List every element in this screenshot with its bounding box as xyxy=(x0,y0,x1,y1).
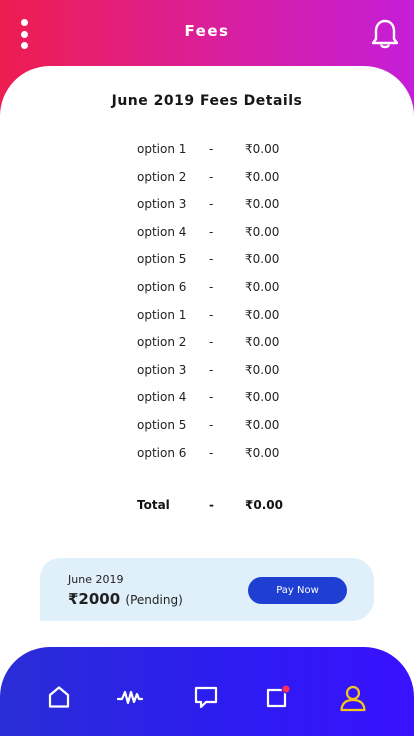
fee-row: option 4 - ₹0.00 xyxy=(0,387,414,415)
fee-amount: ₹0.00 xyxy=(245,252,280,267)
payment-month: June 2019 xyxy=(68,573,124,586)
fee-row: option 3 - ₹0.00 xyxy=(0,360,414,388)
total-label: Total xyxy=(137,498,170,512)
fee-list: option 1 - ₹0.00 option 2 - ₹0.00 option 3 - ₹… xyxy=(0,139,414,470)
fee-separator: - xyxy=(209,169,214,184)
fee-separator: - xyxy=(209,307,214,322)
fee-label: option 6 xyxy=(137,279,187,294)
bottom-nav xyxy=(0,647,414,736)
fee-separator: - xyxy=(209,252,214,267)
message-icon[interactable] xyxy=(193,684,219,710)
page-title: Fees xyxy=(184,22,230,40)
fee-amount: ₹0.00 xyxy=(245,142,280,156)
total-amount: ₹0.00 xyxy=(245,498,283,512)
fee-label: option 5 xyxy=(137,252,187,267)
fee-separator: - xyxy=(209,279,214,294)
fee-amount: ₹0.00 xyxy=(245,307,280,322)
fees-heading: June 2019 Fees Details xyxy=(111,93,303,109)
fee-label: option 2 xyxy=(137,169,187,184)
total-row: Total - ₹0.00 xyxy=(0,498,414,518)
fee-separator: - xyxy=(209,197,214,212)
pay-now-button[interactable]: Pay Now xyxy=(248,577,347,604)
fee-amount: ₹0.00 xyxy=(245,417,280,432)
fee-amount: ₹0.00 xyxy=(245,335,280,350)
fee-row: option 1 - ₹0.00 xyxy=(0,305,414,333)
fee-row: option 4 - ₹0.00 xyxy=(0,222,414,250)
fee-separator: - xyxy=(209,142,214,156)
fee-amount: ₹0.00 xyxy=(245,197,280,212)
bell-icon[interactable] xyxy=(370,18,400,50)
fee-separator: - xyxy=(209,417,214,432)
fee-separator: - xyxy=(209,445,214,460)
fee-separator: - xyxy=(209,362,214,377)
fee-amount: ₹0.00 xyxy=(245,390,280,405)
fee-label: option 3 xyxy=(137,362,187,377)
fee-amount: ₹0.00 xyxy=(245,445,280,460)
total-separator: - xyxy=(209,498,214,512)
menu-dot xyxy=(20,42,28,49)
fee-row: option 2 - ₹0.00 xyxy=(0,332,414,360)
fee-row: option 6 - ₹0.00 xyxy=(0,277,414,305)
fee-label: option 2 xyxy=(137,335,187,350)
fee-amount: ₹0.00 xyxy=(245,169,280,184)
fee-row: option 3 - ₹0.00 xyxy=(0,194,414,222)
activity-icon[interactable] xyxy=(117,684,143,710)
notification-icon[interactable] xyxy=(265,684,291,710)
fee-row: option 5 - ₹0.00 xyxy=(0,249,414,277)
fee-amount: ₹0.00 xyxy=(245,224,280,239)
fee-label: option 1 xyxy=(137,142,187,156)
fee-row: option 6 - ₹0.00 xyxy=(0,443,414,471)
fee-separator: - xyxy=(209,224,214,239)
payment-status: (Pending) xyxy=(125,593,183,607)
payment-summary: June 2019 ₹2000 (Pending) Pay Now xyxy=(40,558,374,621)
fee-separator: - xyxy=(209,390,214,405)
fee-label: option 4 xyxy=(137,390,187,405)
fee-row: option 1 - ₹0.00 xyxy=(0,139,414,167)
fee-label: option 1 xyxy=(137,307,187,322)
fee-label: option 6 xyxy=(137,445,187,460)
fee-separator: - xyxy=(209,335,214,350)
home-icon[interactable] xyxy=(46,684,72,710)
payment-amount: ₹2000 xyxy=(68,590,121,608)
fee-label: option 5 xyxy=(137,417,187,432)
fee-row: option 2 - ₹0.00 xyxy=(0,167,414,195)
user-icon[interactable] xyxy=(339,684,367,712)
payment-amount-line: ₹2000 (Pending) xyxy=(68,590,183,608)
fee-label: option 4 xyxy=(137,224,187,239)
fee-row: option 5 - ₹0.00 xyxy=(0,415,414,443)
fee-label: option 3 xyxy=(137,197,187,212)
fee-amount: ₹0.00 xyxy=(245,279,280,294)
fee-amount: ₹0.00 xyxy=(245,362,280,377)
